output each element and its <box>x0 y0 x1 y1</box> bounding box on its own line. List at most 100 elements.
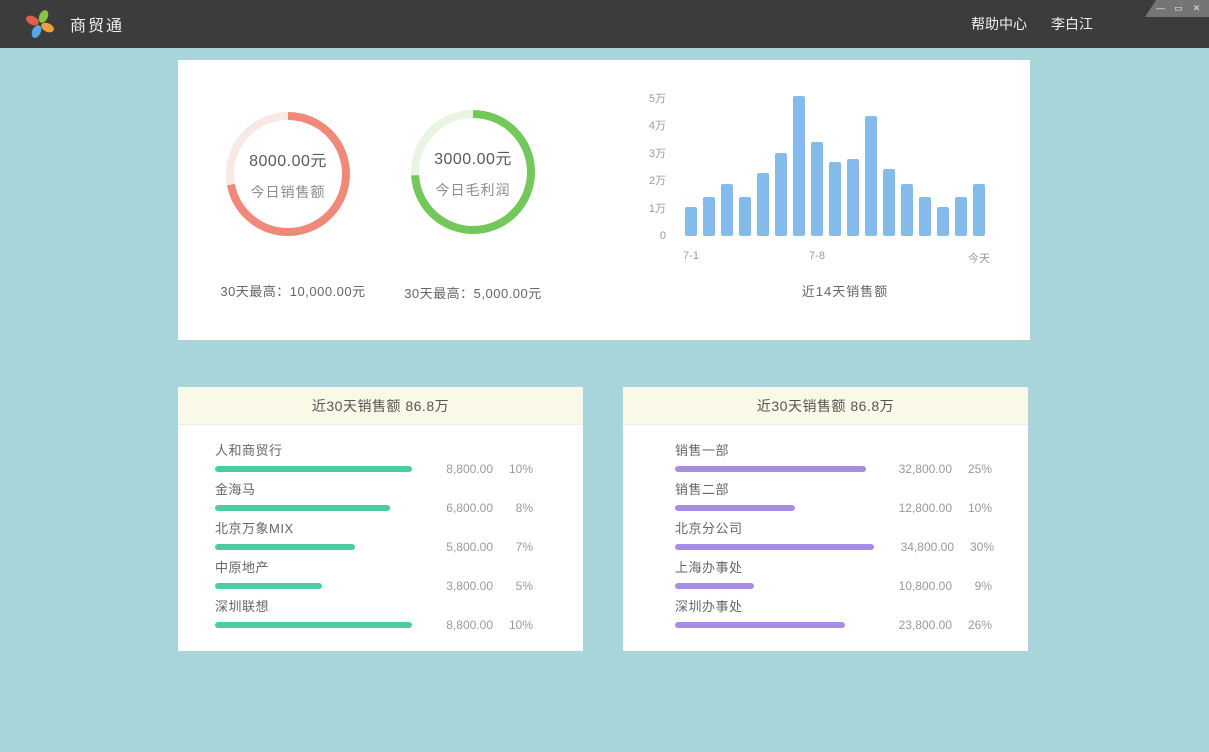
rank-row-label: 北京万象MIX <box>215 518 355 537</box>
titlebar-right: 帮助中心 李白江 <box>971 0 1093 48</box>
chart-bar <box>937 207 949 236</box>
bar-chart-y-axis: 5万 4万 3万 2万 1万 0 <box>618 60 666 260</box>
chart-bar <box>721 184 733 236</box>
rank-row-bar <box>675 505 795 511</box>
today-profit-gauge: 3000.00元 今日毛利润 <box>407 106 539 238</box>
titlebar: 商贸通 帮助中心 李白江 — ▭ ✕ <box>0 0 1209 48</box>
chart-bar <box>901 184 913 236</box>
rank-row-percent: 5% <box>493 579 533 593</box>
rank-row-bar <box>675 466 866 472</box>
chart-bar <box>865 116 877 236</box>
rank-row: 人和商贸行8,800.0010% <box>215 440 533 479</box>
rank-row-percent: 30% <box>954 540 994 554</box>
rank-row-label: 北京分公司 <box>675 518 874 537</box>
y-axis-tick: 3万 <box>618 147 666 161</box>
rank-row-bar <box>675 583 754 589</box>
rank-row: 中原地产 3,800.005% <box>215 557 533 596</box>
chart-bar <box>811 142 823 236</box>
rank-row: 上海办事处10,800.009% <box>675 557 992 596</box>
y-axis-tick: 2万 <box>618 174 666 188</box>
chart-bar <box>973 184 985 236</box>
rank-row: 金海马 6,800.008% <box>215 479 533 518</box>
chart-bar <box>955 197 967 236</box>
rank-row-bar <box>675 544 874 550</box>
rank-row-value: 6,800.00 <box>413 501 493 515</box>
chart-bar <box>703 197 715 236</box>
customer-rank-card: 近30天销售额 86.8万 人和商贸行8,800.0010%金海马6,800.0… <box>178 387 583 651</box>
today-sales-gauge: 8000.00元 今日销售额 <box>222 108 354 240</box>
rank-row-value: 3,800.00 <box>413 579 493 593</box>
y-axis-tick: 5万 <box>618 92 666 106</box>
maximize-button[interactable]: ▭ <box>1173 4 1184 13</box>
rank-row-percent: 10% <box>493 462 533 476</box>
rank-row-value: 10,800.00 <box>872 579 952 593</box>
y-axis-tick: 1万 <box>618 202 666 216</box>
chart-bar <box>829 162 841 236</box>
y-axis-tick: 0 <box>618 229 666 243</box>
rank-row-value: 32,800.00 <box>872 462 952 476</box>
chart-bar <box>883 169 895 236</box>
rank-row-bar <box>215 622 412 628</box>
rank-row: 销售一部 32,800.0025% <box>675 440 992 479</box>
profit-30day-max: 30天最高：5,000.00元 <box>368 283 578 302</box>
rank-row-label: 金海马 <box>215 479 390 498</box>
rank-row: 北京万象MIX5,800.007% <box>215 518 533 557</box>
x-axis-label: 7-1 <box>683 250 699 262</box>
rank-row-label: 销售二部 <box>675 479 795 498</box>
bar-chart-x-axis: 7-17-8今天 <box>685 250 985 264</box>
rank-row-label: 中原地产 <box>215 557 322 576</box>
chart-bar <box>919 197 931 236</box>
overview-card: 8000.00元 今日销售额 30天最高：10,000.00元 3000.00元… <box>178 60 1030 340</box>
rank-row-label: 深圳办事处 <box>675 596 845 615</box>
chart-bar <box>793 96 805 236</box>
customer-rank-title: 近30天销售额 86.8万 <box>178 387 583 425</box>
y-axis-tick: 4万 <box>618 119 666 133</box>
rank-row-bar <box>215 544 355 550</box>
today-sales-value: 8000.00元 <box>249 147 327 171</box>
bar-chart-plot <box>685 86 985 236</box>
rank-row-percent: 26% <box>952 618 992 632</box>
chart-bar <box>739 197 751 236</box>
rank-row-value: 34,800.00 <box>874 540 954 554</box>
rank-row-percent: 25% <box>952 462 992 476</box>
rank-row-value: 5,800.00 <box>413 540 493 554</box>
rank-row-value: 23,800.00 <box>872 618 952 632</box>
rank-row: 北京分公司34,800.0030% <box>675 518 992 557</box>
rank-row-value: 8,800.00 <box>413 618 493 632</box>
rank-row-percent: 10% <box>952 501 992 515</box>
rank-row-bar <box>215 466 412 472</box>
rank-row-bar <box>215 583 322 589</box>
department-rank-title: 近30天销售额 86.8万 <box>623 387 1028 425</box>
app-title: 商贸通 <box>70 12 124 36</box>
department-rank-card: 近30天销售额 86.8万 销售一部 32,800.0025% 销售二部 12,800… <box>623 387 1028 651</box>
bar-chart-title: 近14天销售额 <box>685 281 1005 300</box>
rank-row-bar <box>215 505 390 511</box>
chart-bar <box>847 159 859 236</box>
rank-row: 销售二部 12,800.0010% <box>675 479 992 518</box>
username-menu[interactable]: 李白江 <box>1051 14 1093 34</box>
rank-row-value: 8,800.00 <box>413 462 493 476</box>
sales-30day-max: 30天最高：10,000.00元 <box>188 281 398 300</box>
x-axis-label: 今天 <box>968 250 990 266</box>
minimize-button[interactable]: — <box>1155 4 1166 13</box>
app-window: 商贸通 帮助中心 李白江 — ▭ ✕ 8000.00元 今日销售额 30天最高：… <box>0 0 1209 752</box>
rank-row-bar <box>675 622 845 628</box>
department-rank-rows: 销售一部 32,800.0025% 销售二部 12,800.0010% 北京分公司34,… <box>623 425 1028 635</box>
rank-row-value: 12,800.00 <box>872 501 952 515</box>
rank-row-label: 深圳联想 <box>215 596 412 615</box>
rank-row-label: 人和商贸行 <box>215 440 412 459</box>
rank-row: 深圳办事处 23,800.0026% <box>675 596 992 635</box>
chart-bar <box>775 153 787 236</box>
rank-row-label: 上海办事处 <box>675 557 754 576</box>
pinwheel-logo-icon <box>24 8 56 40</box>
rank-row: 深圳联想8,800.0010% <box>215 596 533 635</box>
today-profit-value: 3000.00元 <box>434 145 512 169</box>
help-center-link[interactable]: 帮助中心 <box>971 14 1027 34</box>
window-controls: — ▭ ✕ <box>1145 0 1209 17</box>
rank-row-percent: 8% <box>493 501 533 515</box>
rank-row-percent: 10% <box>493 618 533 632</box>
today-sales-label: 今日销售额 <box>251 182 326 202</box>
rank-row-label: 销售一部 <box>675 440 866 459</box>
close-button[interactable]: ✕ <box>1191 4 1202 13</box>
chart-bar <box>757 173 769 236</box>
